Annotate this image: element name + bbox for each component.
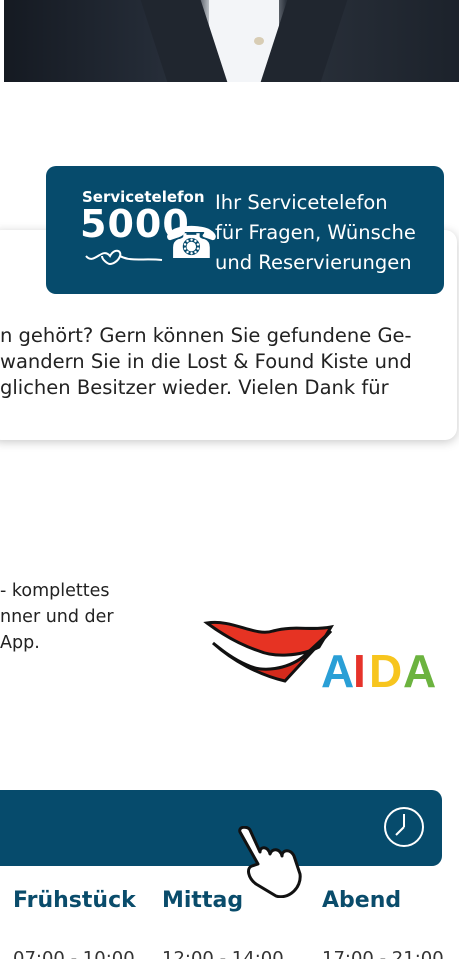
servicephone-line: und Reservierungen <box>215 251 412 274</box>
aida-letter-a1: A <box>321 645 354 691</box>
servicephone-banner[interactable]: Servicetelefon 5000 ☎ Ihr Servicetelefon… <box>46 166 444 294</box>
clock-icon <box>384 807 424 847</box>
tab-abend[interactable]: Abend <box>322 888 401 913</box>
tab-fruehstueck[interactable]: Frühstück <box>13 888 136 913</box>
meal-tabs: Frühstück Mittag Abend <box>0 888 459 922</box>
heart-icon <box>85 249 163 266</box>
lost-found-line: glichen Besitzer wieder. Vielen Dank für <box>0 376 389 399</box>
promo-line: App. <box>0 633 40 653</box>
phone-icon: ☎ <box>164 218 219 269</box>
hours-fruehstueck: 07:00 - 10:00 <box>13 948 135 959</box>
lost-found-text: n gehört? Gern können Sie gefundene Ge- … <box>0 323 459 401</box>
tab-mittag[interactable]: Mittag <box>162 888 243 913</box>
aida-letter-i: I <box>353 645 366 691</box>
aida-logo[interactable]: A I D A <box>203 617 455 691</box>
servicephone-text: Ihr Servicetelefon für Fragen, Wünsche u… <box>215 188 416 278</box>
meal-hours-row: 07:00 - 10:00 12:00 - 14:00 17:00 - 21:0… <box>0 948 459 959</box>
lost-found-line: n gehört? Gern können Sie gefundene Ge- <box>0 324 412 347</box>
aida-letter-a2: A <box>403 645 436 691</box>
servicephone-line: für Fragen, Wünsche <box>215 221 416 244</box>
promo-line: - komplettes <box>0 581 110 601</box>
hours-abend: 17:00 - 21:00 <box>322 948 444 959</box>
shirt-button <box>254 37 264 45</box>
promo-line: nner und der <box>0 607 114 627</box>
app-promo-text: - komplettes nner und der App. <box>0 578 200 656</box>
opening-hours-bar[interactable] <box>0 790 442 866</box>
lost-found-line: wandern Sie in die Lost & Found Kiste un… <box>0 350 412 373</box>
servicephone-line: Ihr Servicetelefon <box>215 191 388 214</box>
hours-mittag: 12:00 - 14:00 <box>162 948 284 959</box>
header-photo <box>4 0 459 82</box>
aida-letter-d: D <box>369 645 402 691</box>
